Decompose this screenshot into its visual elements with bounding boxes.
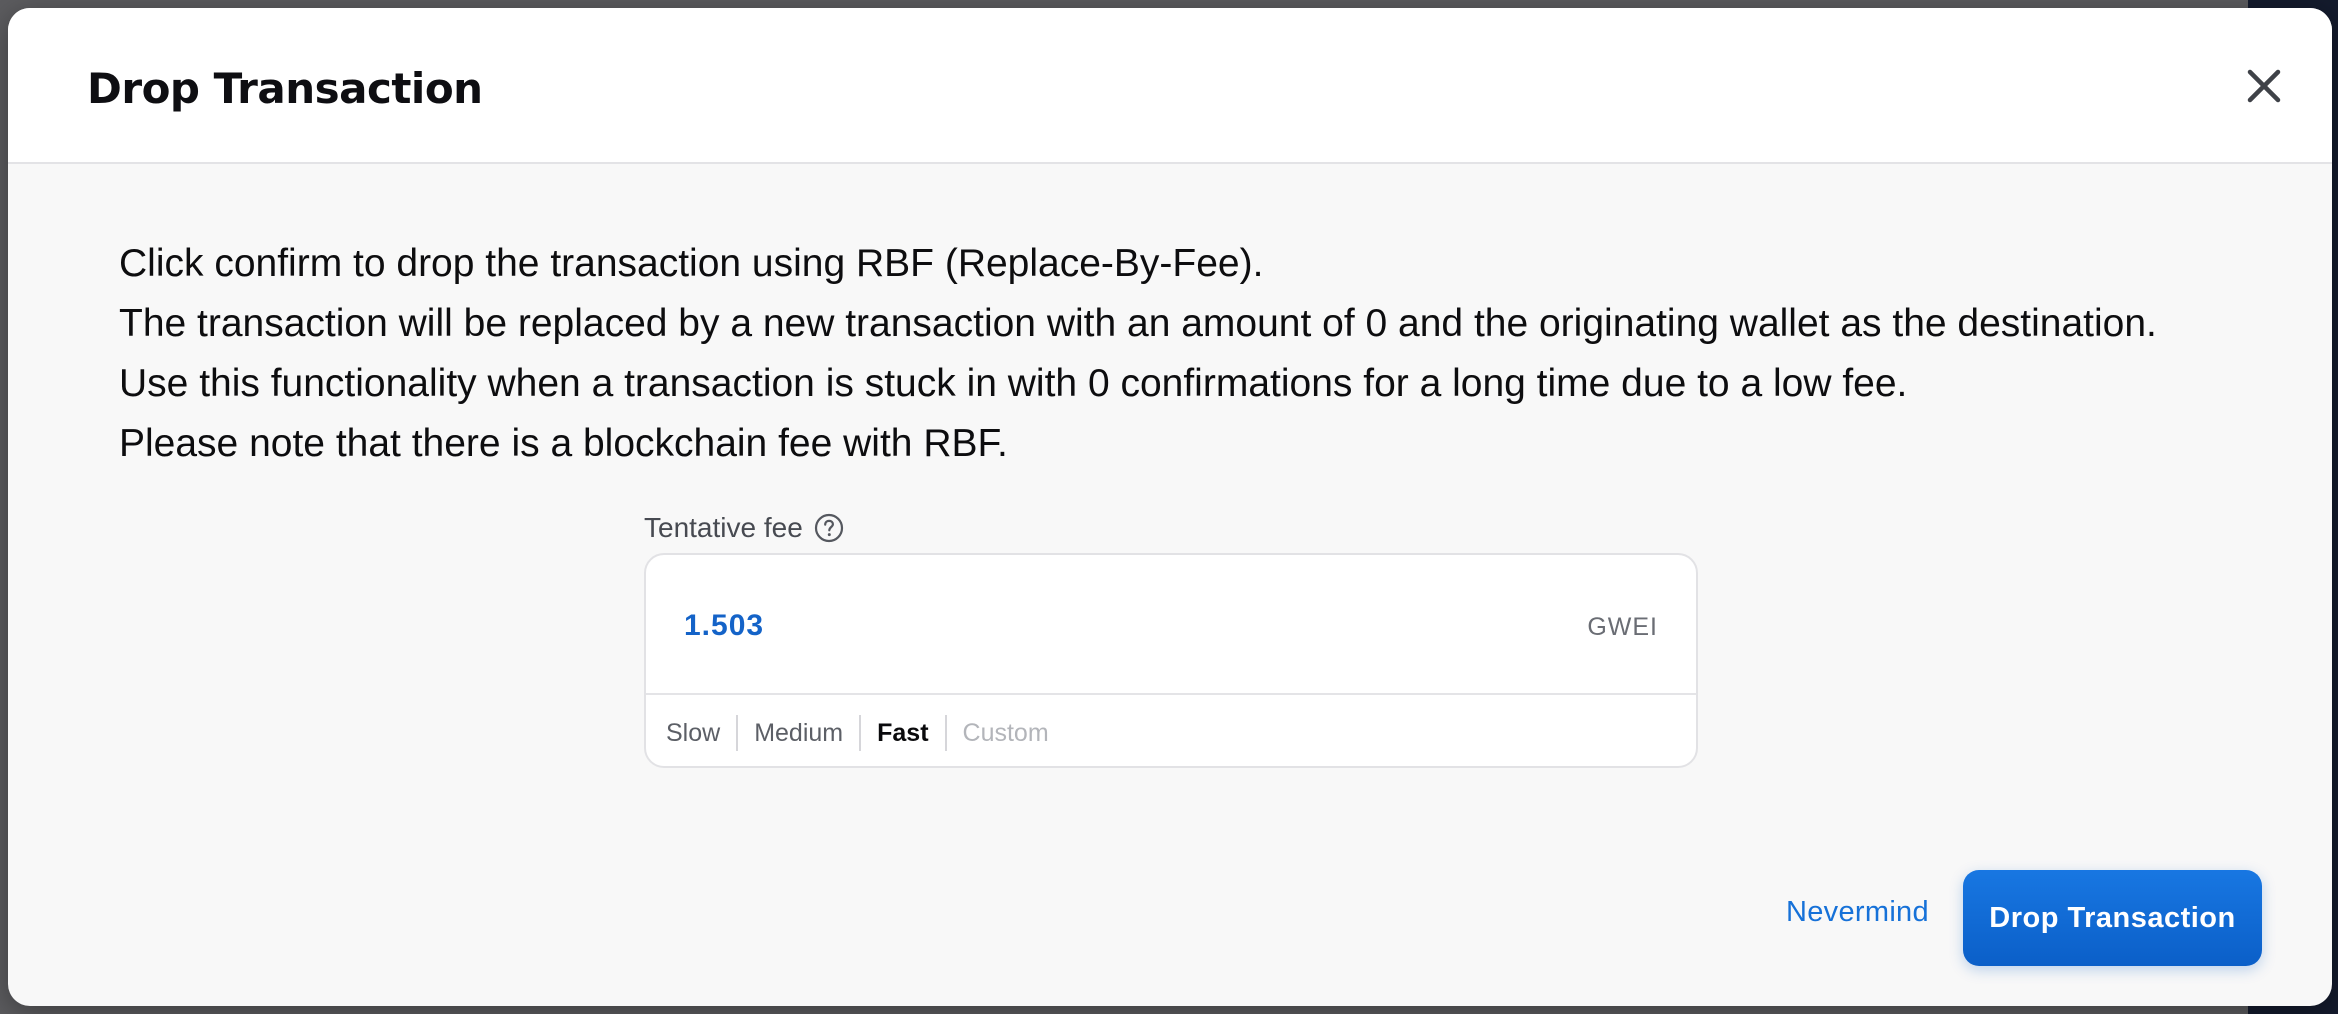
background-content — [0, 40, 8, 1014]
description-line: Please note that there is a blockchain f… — [119, 422, 1008, 465]
description-line: Use this functionality when a transactio… — [119, 362, 1908, 405]
description: Click confirm to drop the transaction us… — [119, 234, 2279, 474]
fee-label: Tentative fee — [644, 512, 803, 543]
fee-label-row: Tentative fee — [644, 508, 845, 548]
description-line: Click confirm to drop the transaction us… — [119, 242, 1264, 285]
description-line: The transaction will be replaced by a ne… — [119, 302, 2157, 345]
drop-transaction-modal: Drop Transaction Click confirm to drop t… — [8, 8, 2332, 1006]
fee-speed-options: Slow Medium Fast Custom — [646, 695, 1696, 766]
speed-option-fast[interactable]: Fast — [861, 715, 944, 751]
fee-input-box[interactable]: 1.503 GWEI Slow Medium Fast Custom — [644, 553, 1698, 768]
drop-transaction-button[interactable]: Drop Transaction — [1963, 870, 2262, 966]
modal-title: Drop Transaction — [87, 64, 483, 113]
speed-option-custom[interactable]: Custom — [947, 715, 1065, 751]
modal-header: Drop Transaction — [8, 8, 2332, 164]
speed-option-slow[interactable]: Slow — [666, 715, 736, 751]
close-icon — [2247, 69, 2281, 103]
close-button[interactable] — [2238, 60, 2290, 112]
fee-unit: GWEI — [1587, 613, 1658, 641]
question-circle-icon[interactable] — [813, 512, 845, 544]
fee-value-input[interactable]: 1.503 — [684, 609, 764, 643]
nevermind-button[interactable]: Nevermind — [1786, 896, 1929, 929]
speed-option-medium[interactable]: Medium — [738, 715, 859, 751]
